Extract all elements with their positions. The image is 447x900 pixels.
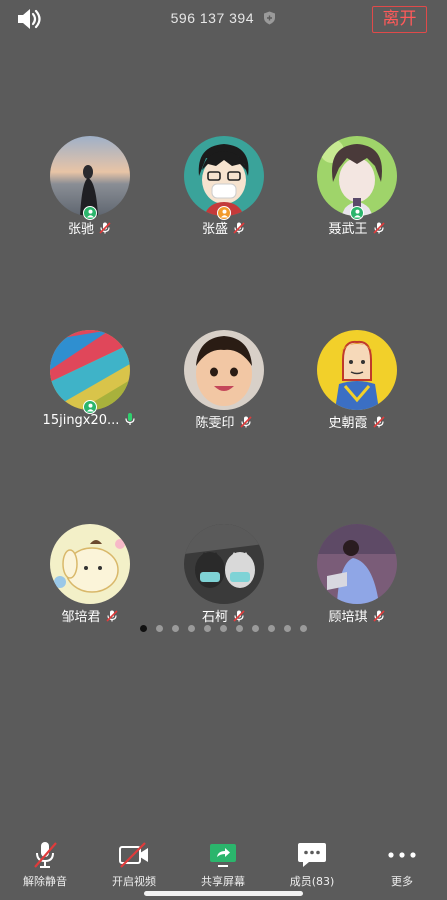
participant-name: 陈雯印 <box>195 416 235 431</box>
unmute-button[interactable]: 解除静音 <box>5 840 85 889</box>
start-video-button[interactable]: 开启视频 <box>94 840 174 889</box>
share-screen-button[interactable]: 共享屏幕 <box>183 840 263 889</box>
mic-muted-icon <box>372 610 385 622</box>
mic-muted-icon <box>239 416 252 428</box>
top-bar: 596 137 394 离开 <box>0 0 447 40</box>
page-dot[interactable] <box>252 625 259 632</box>
participant-name: 顾培琪 <box>328 610 368 625</box>
participant-name: 张驰 <box>67 222 94 237</box>
host-badge <box>217 206 231 220</box>
meeting-id: 596 137 394 <box>170 10 254 26</box>
participant-name: 15jingx20... <box>42 413 120 428</box>
mic-muted-icon <box>233 610 245 622</box>
participant-tile[interactable]: 顾培琪 <box>287 524 427 625</box>
page-dot[interactable] <box>284 625 291 632</box>
page-dot[interactable] <box>300 625 307 632</box>
user-icon <box>220 209 228 217</box>
video-off-icon <box>119 842 148 868</box>
participant-tile[interactable]: 15jingx20... <box>20 330 160 430</box>
user-icon <box>86 209 94 217</box>
page-dot[interactable] <box>172 625 179 632</box>
participant-tile[interactable]: 史朝霞 <box>287 330 427 431</box>
share-screen-label: 共享屏幕 <box>201 875 245 888</box>
avatar <box>317 524 397 604</box>
unmute-label: 解除静音 <box>23 875 67 888</box>
mic-muted-icon <box>372 416 385 428</box>
page-dot[interactable] <box>156 625 163 632</box>
start-video-label: 开启视频 <box>112 875 156 888</box>
participant-tile[interactable]: 聂武王 <box>287 136 427 237</box>
avatar <box>317 330 397 410</box>
participant-tile[interactable]: 邹培君 <box>20 524 160 625</box>
members-button[interactable]: 成员(83) <box>272 840 352 889</box>
participant-tile[interactable]: 张盛 <box>154 136 294 237</box>
page-dot[interactable] <box>140 625 147 632</box>
avatar <box>50 136 130 216</box>
participant-name: 史朝霞 <box>328 416 368 431</box>
bottom-toolbar: 解除静音 开启视频 共享屏幕 成员(83) 更多 <box>0 820 447 900</box>
mic-muted-icon <box>233 222 245 234</box>
participant-name: 张盛 <box>201 222 228 237</box>
avatar <box>50 330 130 410</box>
avatar <box>317 136 397 216</box>
user-icon <box>86 403 94 411</box>
participant-name: 石柯 <box>201 610 228 625</box>
participant-tile[interactable]: 陈雯印 <box>154 330 294 431</box>
page-dot[interactable] <box>220 625 227 632</box>
more-label: 更多 <box>391 875 413 888</box>
home-indicator <box>144 891 303 896</box>
share-screen-icon <box>210 844 236 867</box>
mic-muted-icon <box>99 222 111 234</box>
page-indicator[interactable] <box>140 625 307 633</box>
participant-tile[interactable]: 石柯 <box>154 524 294 625</box>
mic-on-icon <box>125 413 136 425</box>
participant-tile[interactable]: 张驰 <box>20 136 160 237</box>
avatar <box>50 524 130 604</box>
user-icon <box>353 209 361 217</box>
members-label: 成员(83) <box>289 875 335 888</box>
page-dot[interactable] <box>204 625 211 632</box>
mic-muted-icon <box>34 842 57 868</box>
more-dots-icon <box>388 852 416 858</box>
chat-bubble-icon <box>298 843 326 867</box>
member-badge <box>83 400 97 414</box>
page-dot[interactable] <box>268 625 275 632</box>
mic-muted-icon <box>105 610 118 622</box>
leave-button[interactable]: 离开 <box>372 6 427 33</box>
page-dot[interactable] <box>188 625 195 632</box>
avatar <box>184 330 264 410</box>
member-badge <box>350 206 364 220</box>
page-dot[interactable] <box>236 625 243 632</box>
member-badge <box>83 206 97 220</box>
avatar <box>184 136 264 216</box>
participant-name: 邹培君 <box>61 610 101 625</box>
avatar <box>184 524 264 604</box>
shield-icon <box>264 11 276 25</box>
participant-name: 聂武王 <box>328 222 368 237</box>
more-button[interactable]: 更多 <box>362 840 442 889</box>
mic-muted-icon <box>372 222 385 234</box>
